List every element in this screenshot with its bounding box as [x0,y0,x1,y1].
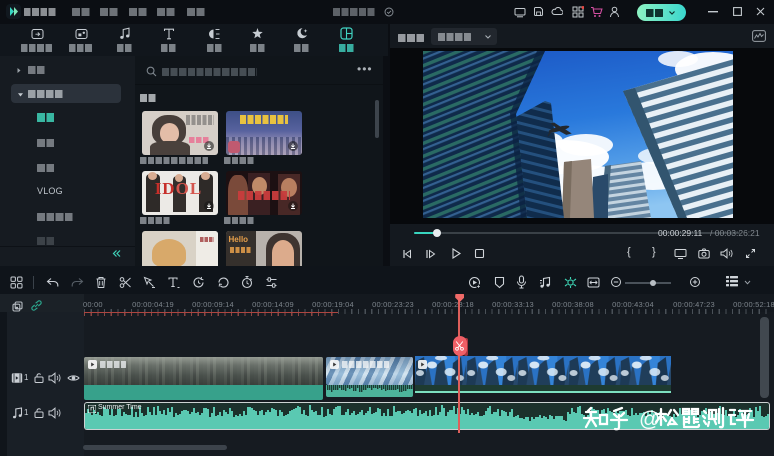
svg-text:@: @ [639,408,660,431]
